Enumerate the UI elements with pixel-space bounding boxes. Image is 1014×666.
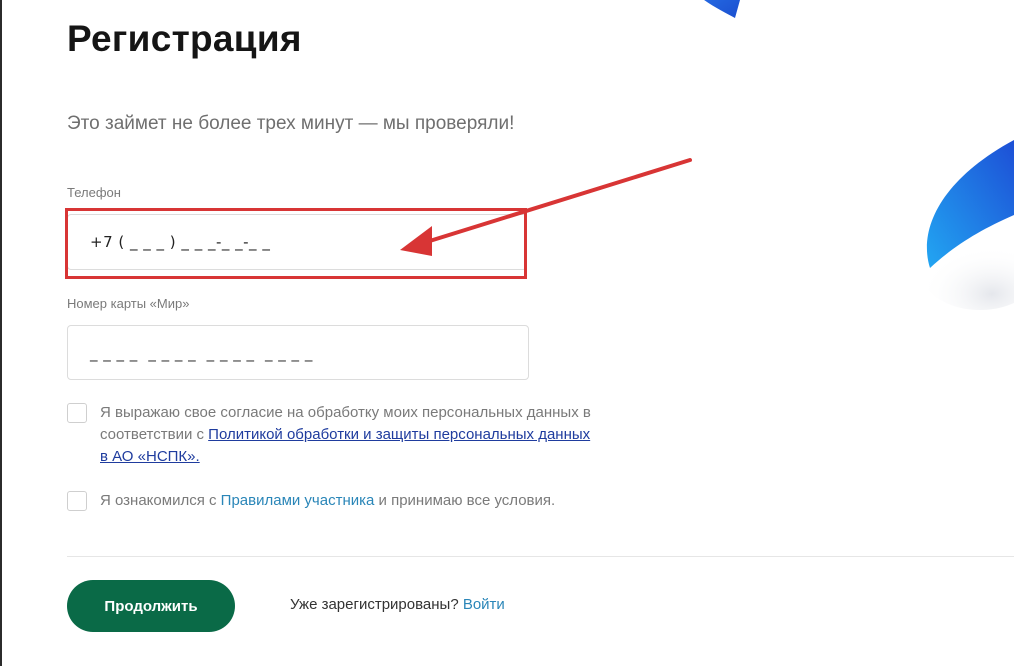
participant-rules-link[interactable]: Правилами участника xyxy=(221,492,375,509)
rules-text-suffix: и принимаю все условия. xyxy=(374,492,556,509)
rules-text: Я ознакомился с Правилами участника и пр… xyxy=(100,490,570,512)
already-registered-text: Уже зарегистрированы? xyxy=(290,596,463,613)
card-number-label: Номер карты «Мир» xyxy=(67,296,190,311)
divider xyxy=(67,556,1014,557)
continue-button[interactable]: Продолжить xyxy=(67,580,235,632)
consent-checkbox[interactable] xyxy=(67,403,87,423)
login-link[interactable]: Войти xyxy=(463,596,505,613)
consent-text: Я выражаю свое согласие на обработку мои… xyxy=(100,402,600,468)
page-title: Регистрация xyxy=(67,18,302,59)
phone-input[interactable]: +7 ( _ _ _ ) _ _ _-_ _-_ _ xyxy=(67,214,527,270)
card-number-input[interactable]: _ _ _ _ _ _ _ _ _ _ _ _ _ _ _ _ xyxy=(67,325,529,380)
already-registered: Уже зарегистрированы? Войти xyxy=(290,596,505,613)
registration-page: Регистрация Это займет не более трех мин… xyxy=(0,0,1014,666)
rules-text-prefix: Я ознакомился с xyxy=(100,492,221,509)
window-left-border xyxy=(0,0,2,666)
decorative-blue-shape-top xyxy=(704,0,740,18)
page-subtitle: Это займет не более трех минут — мы пров… xyxy=(67,113,515,134)
rules-checkbox[interactable] xyxy=(67,491,87,511)
phone-label: Телефон xyxy=(67,185,121,200)
decorative-blue-shape-right xyxy=(920,140,1014,310)
